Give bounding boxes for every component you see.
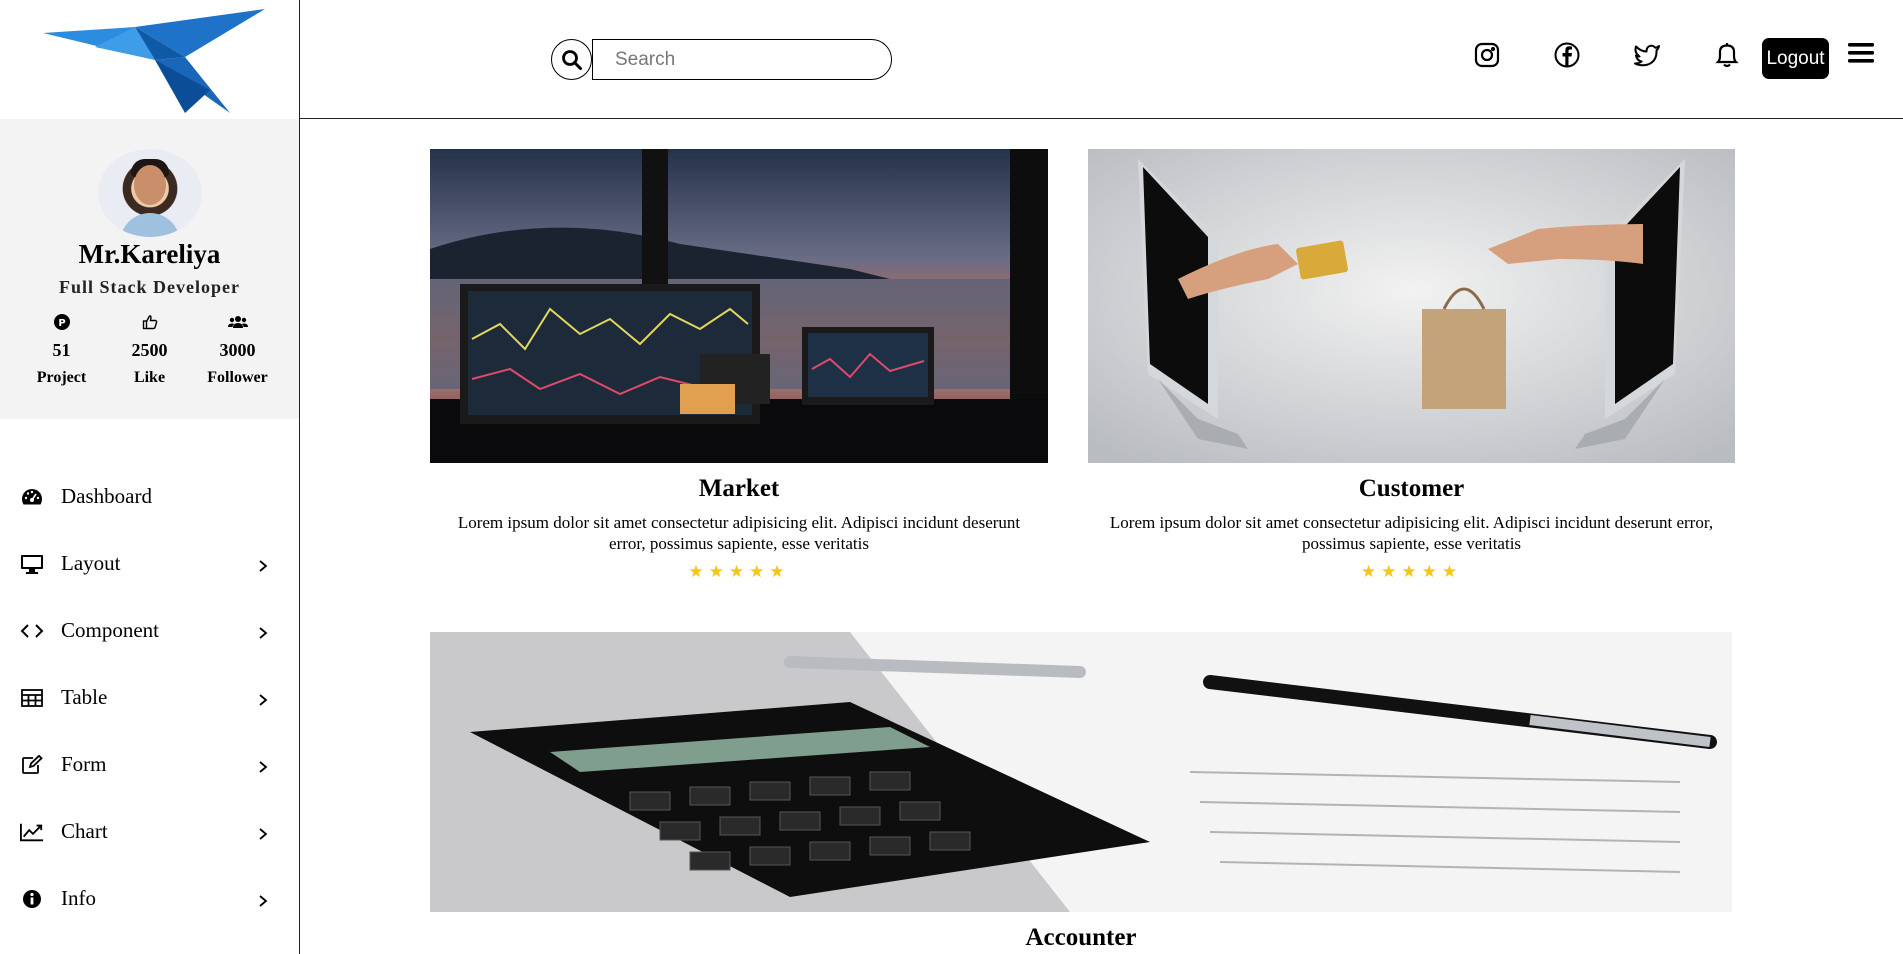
info-icon <box>20 887 44 911</box>
market-image <box>430 149 1048 463</box>
stat-follower: 3000 Follower <box>198 312 278 387</box>
sidebar-item-label: Table <box>61 685 108 709</box>
profile-card: Mr.Kareliya Full Stack Developer P 51 Pr… <box>0 119 299 419</box>
logo[interactable] <box>0 0 299 119</box>
sidebar-menu: Dashboard Layout Component Table Form Ch… <box>0 463 299 932</box>
sidebar-item-dashboard[interactable]: Dashboard <box>0 463 299 530</box>
card-title: Accounter <box>1025 924 1137 951</box>
card-customer[interactable]: Customer Lorem ipsum dolor sit amet cons… <box>1088 149 1735 582</box>
search-icon <box>561 49 582 70</box>
chevron-right-icon <box>258 822 268 847</box>
chart-line-icon <box>20 820 44 844</box>
accounter-image <box>430 632 1732 912</box>
search-button[interactable] <box>551 39 592 80</box>
facebook-icon[interactable] <box>1552 40 1582 70</box>
stat-project-value: 51 <box>52 340 71 360</box>
card-description: Lorem ipsum dolor sit amet consectetur a… <box>1109 513 1714 553</box>
stat-like-label: Like <box>133 369 166 386</box>
card-title: Customer <box>1358 475 1465 502</box>
hamburger-menu-icon[interactable] <box>1846 38 1876 68</box>
project-icon: P <box>22 312 102 332</box>
sidebar-item-label: Component <box>61 618 159 642</box>
sidebar-item-label: Info <box>61 886 96 910</box>
dashboard-icon <box>20 485 44 509</box>
sidebar-item-label: Layout <box>61 551 121 575</box>
stat-follower-label: Follower <box>207 369 268 386</box>
profile-role: Full Stack Developer <box>59 277 240 297</box>
avatar <box>97 149 202 237</box>
customer-image <box>1088 149 1735 463</box>
chevron-right-icon <box>258 554 268 579</box>
logout-button[interactable]: Logout <box>1762 38 1829 79</box>
sidebar-item-layout[interactable]: Layout <box>0 530 299 597</box>
sidebar-item-label: Form <box>61 752 107 776</box>
origami-bird-logo <box>42 8 265 113</box>
stat-project-label: Project <box>36 369 87 386</box>
stat-like: 2500 Like <box>110 312 190 387</box>
sidebar: Mr.Kareliya Full Stack Developer P 51 Pr… <box>0 0 300 954</box>
profile-stats: P 51 Project 2500 Like 3000 Follower <box>22 312 278 387</box>
rating-stars: ★★★★★ <box>1360 562 1463 581</box>
svg-text:P: P <box>58 318 65 329</box>
card-accounter[interactable]: Accounter <box>430 632 1732 952</box>
like-icon <box>110 312 190 332</box>
sidebar-item-label: Dashboard <box>61 484 152 508</box>
code-icon <box>20 619 44 643</box>
edit-icon <box>20 753 44 777</box>
chevron-right-icon <box>258 621 268 646</box>
search-input[interactable] <box>592 39 892 80</box>
monitor-icon <box>20 552 44 576</box>
sidebar-item-info[interactable]: Info <box>0 865 299 932</box>
sidebar-item-chart[interactable]: Chart <box>0 798 299 865</box>
chevron-right-icon <box>258 755 268 780</box>
bell-icon[interactable] <box>1712 40 1742 70</box>
table-icon <box>20 686 44 710</box>
sidebar-item-table[interactable]: Table <box>0 664 299 731</box>
card-market[interactable]: Market Lorem ipsum dolor sit amet consec… <box>430 149 1048 582</box>
stat-like-value: 2500 <box>131 340 168 360</box>
profile-name: Mr.Kareliya <box>78 239 221 269</box>
card-description: Lorem ipsum dolor sit amet consectetur a… <box>457 513 1021 553</box>
card-title: Market <box>698 475 780 502</box>
top-header: Logout <box>300 0 1903 119</box>
chevron-right-icon <box>258 688 268 713</box>
chevron-right-icon <box>258 889 268 914</box>
stat-follower-value: 3000 <box>219 340 256 360</box>
stat-project: P 51 Project <box>22 312 102 387</box>
rating-stars: ★★★★★ <box>688 562 790 581</box>
sidebar-item-label: Chart <box>61 819 108 843</box>
sidebar-item-form[interactable]: Form <box>0 731 299 798</box>
instagram-icon[interactable] <box>1472 40 1502 70</box>
sidebar-item-component[interactable]: Component <box>0 597 299 664</box>
followers-icon <box>198 312 278 332</box>
twitter-icon[interactable] <box>1632 40 1662 70</box>
